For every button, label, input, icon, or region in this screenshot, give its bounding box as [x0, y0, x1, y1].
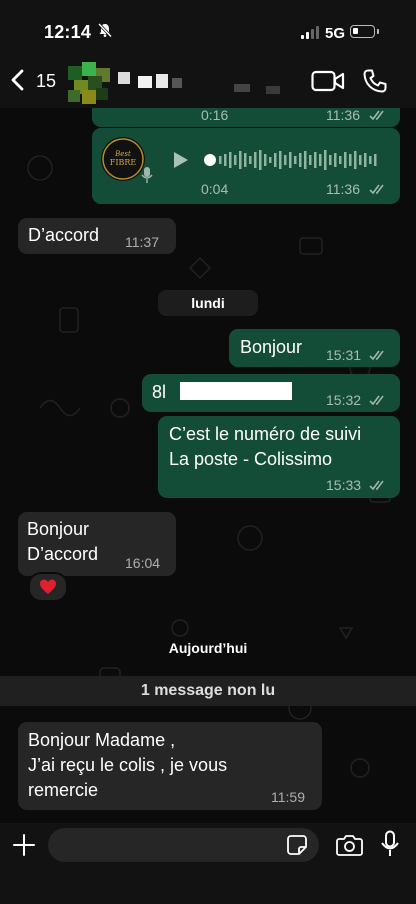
unread-banner: 1 message non lu — [0, 676, 416, 706]
message-text: Bonjour Madame , J’ai reçu le colis , je… — [28, 730, 228, 800]
play-icon[interactable] — [173, 151, 189, 169]
message-time: 16:04 — [125, 555, 161, 571]
message-time: 15:32 — [326, 392, 362, 408]
composer-bar — [0, 823, 416, 904]
network-type: 5G — [325, 25, 346, 42]
double-check-icon — [369, 350, 384, 361]
message-input[interactable] — [48, 828, 319, 862]
message-text: Bonjour D’accord — [27, 519, 99, 564]
message-list[interactable]: 0:16 11:36 Best FIBRE 0:04 11:36 D’accor… — [0, 108, 416, 823]
outgoing-message[interactable]: Bonjour 15:31 — [229, 329, 400, 367]
message-text: D’accord — [28, 225, 100, 245]
double-check-icon — [369, 395, 384, 406]
audio-waveform[interactable] — [203, 147, 383, 173]
message-time: 15:31 — [326, 347, 362, 363]
outgoing-message[interactable]: C’est le numéro de suivi La poste - Coli… — [158, 416, 400, 498]
message-reaction[interactable] — [28, 572, 68, 602]
message-text: Bonjour — [240, 337, 303, 357]
microphone-icon[interactable] — [380, 830, 400, 858]
svg-text:Best: Best — [114, 150, 131, 158]
message-text-redacted: 8l — [152, 382, 167, 402]
incoming-message[interactable]: Bonjour Madame , J’ai reçu le colis , je… — [18, 722, 322, 810]
message-time: 11:36 — [326, 108, 360, 123]
date-separator: lundi — [158, 290, 258, 316]
incoming-message[interactable]: D’accord 11:37 — [18, 218, 176, 254]
double-check-icon — [369, 184, 384, 195]
muted-bell-icon — [97, 22, 113, 38]
status-bar: 12:14 5G — [0, 0, 416, 58]
incoming-message[interactable]: Bonjour D’accord 16:04 — [18, 512, 176, 576]
date-separator: Aujourd’hui — [168, 640, 248, 656]
plus-icon[interactable] — [12, 833, 36, 857]
video-call-icon[interactable] — [311, 70, 345, 92]
contact-name-redacted[interactable] — [116, 68, 296, 96]
double-check-icon — [369, 480, 384, 491]
microphone-icon — [141, 167, 153, 183]
contact-avatar[interactable] — [68, 62, 110, 104]
message-time: 11:36 — [326, 181, 360, 197]
camera-icon[interactable] — [336, 834, 363, 856]
message-text: C’est le numéro de suivi La poste - Coli… — [169, 424, 362, 469]
redaction-block — [180, 382, 292, 400]
double-check-icon — [369, 110, 384, 121]
back-unread-count[interactable]: 15 — [36, 71, 56, 92]
status-time: 12:14 — [44, 22, 92, 42]
chat-header: 15 — [0, 58, 416, 108]
svg-text:FIBRE: FIBRE — [110, 158, 137, 167]
outgoing-message[interactable]: 8l 15:32 — [142, 374, 400, 412]
voice-sender-avatar: Best FIBRE — [101, 137, 145, 181]
message-time: 11:59 — [271, 789, 305, 805]
heart-icon — [40, 579, 56, 594]
voice-message-bubble[interactable]: 0:16 11:36 — [92, 108, 400, 127]
voice-duration: 0:16 — [201, 108, 229, 123]
message-time: 15:33 — [326, 477, 362, 493]
sticker-icon[interactable] — [286, 834, 308, 856]
chevron-left-icon[interactable] — [9, 68, 27, 92]
battery-icon — [350, 25, 375, 38]
message-time: 11:37 — [125, 234, 159, 250]
phone-icon[interactable] — [362, 68, 388, 94]
voice-duration: 0:04 — [201, 181, 229, 197]
